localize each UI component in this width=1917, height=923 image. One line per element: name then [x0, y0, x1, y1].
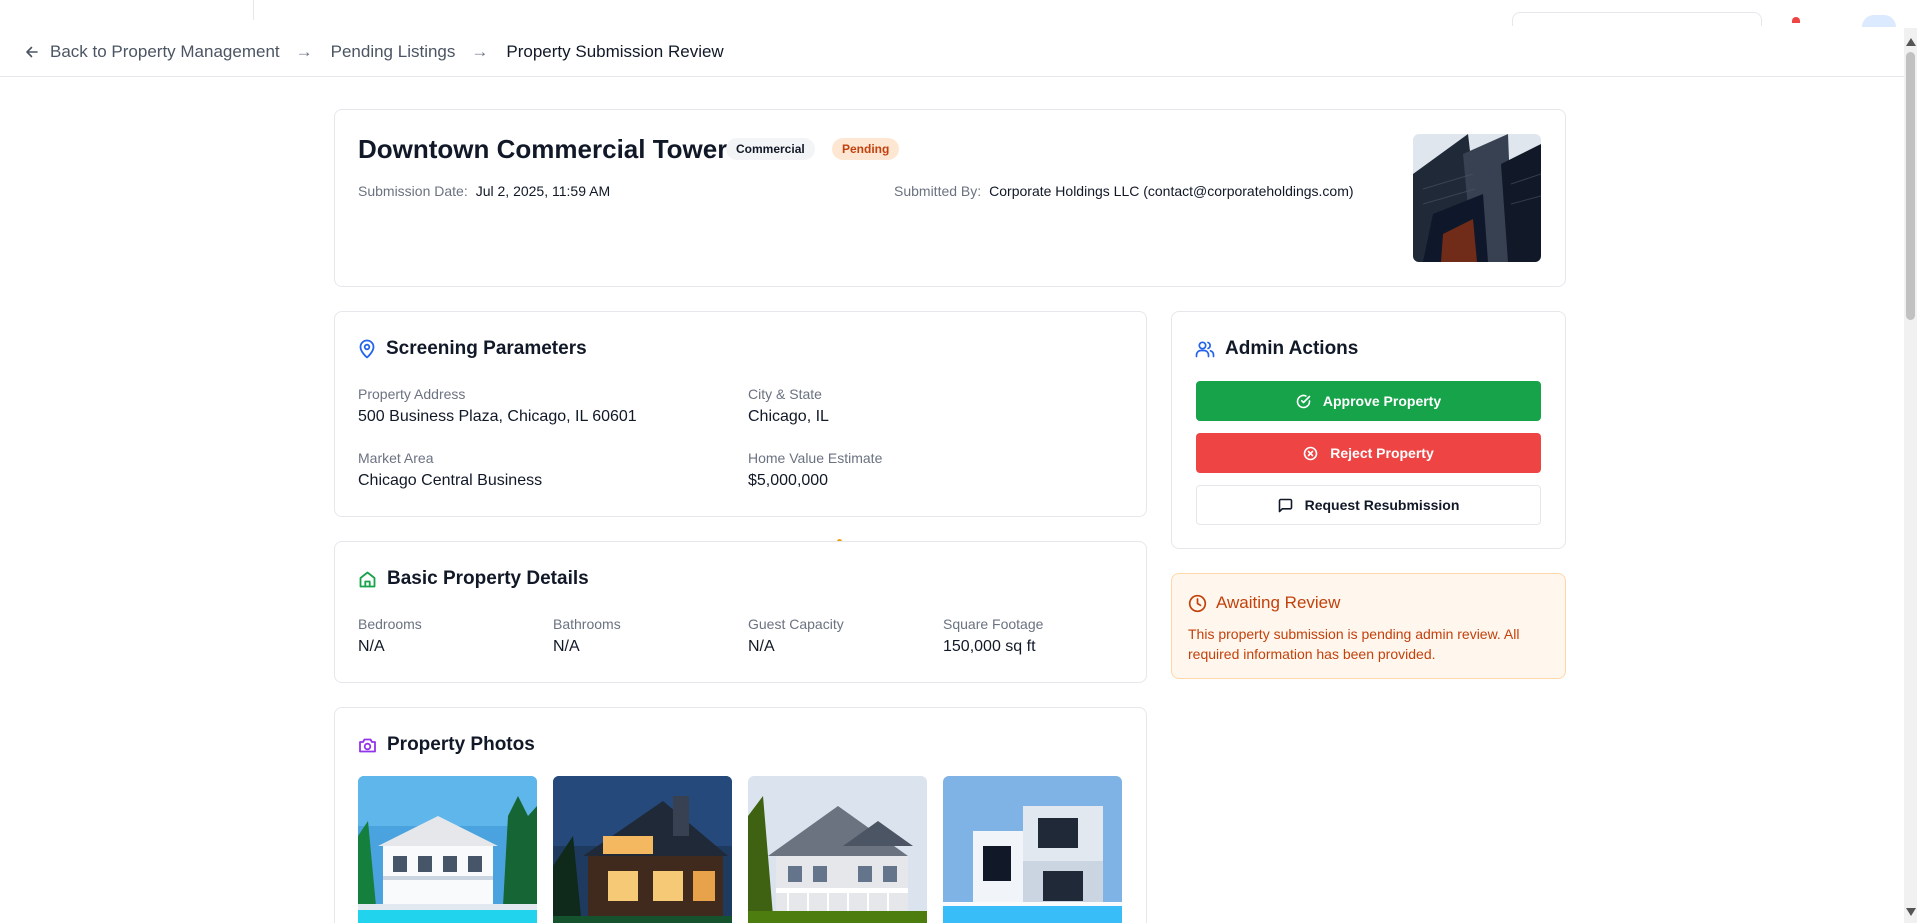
- submitted-by: Submitted By: Corporate Holdings LLC (con…: [894, 183, 1354, 199]
- field-label: Square Footage: [943, 616, 1044, 632]
- arrow-left-icon: [26, 46, 38, 58]
- field-value: 150,000 sq ft: [943, 638, 1036, 655]
- basic-details-title: Basic Property Details: [387, 568, 589, 589]
- field-value: Chicago, IL: [748, 408, 829, 425]
- basic-details-heading: Basic Property Details: [358, 568, 589, 590]
- status-badge: Pending: [832, 138, 900, 160]
- property-photos-card: Property Photos: [334, 707, 1147, 923]
- field-label: Bathrooms: [553, 616, 621, 632]
- field-label: Bedrooms: [358, 616, 422, 632]
- basic-property-details-card: Basic Property Details Bedrooms N/A Bath…: [334, 541, 1147, 683]
- field-label: Property Address: [358, 386, 466, 402]
- property-thumbnail[interactable]: [1413, 134, 1541, 262]
- home-icon: [359, 571, 376, 587]
- request-resubmission-button[interactable]: Request Resubmission: [1196, 485, 1541, 525]
- field-market-area: Market Area Chicago Central Business: [358, 450, 542, 490]
- submission-date-value: Jul 2, 2025, 11:59 AM: [475, 183, 611, 199]
- awaiting-review-description: This property submission is pending admi…: [1188, 626, 1520, 662]
- back-link[interactable]: Back to Property Management: [24, 42, 280, 62]
- screening-parameters-card: Screening Parameters Property Address 50…: [334, 311, 1147, 517]
- users-icon: [1195, 341, 1215, 358]
- top-nav-fragment: [30, 0, 254, 20]
- property-photo[interactable]: [358, 776, 537, 923]
- field-label: Market Area: [358, 450, 434, 466]
- notification-dot: [1792, 17, 1800, 23]
- property-photo[interactable]: [943, 776, 1122, 923]
- scrollbar-thumb[interactable]: [1906, 52, 1915, 320]
- field-bathrooms: Bathrooms N/A: [553, 616, 621, 656]
- screening-parameters-title: Screening Parameters: [386, 338, 587, 359]
- field-label: City & State: [748, 386, 822, 402]
- awaiting-review-panel: Awaiting Review This property submission…: [1171, 573, 1566, 679]
- admin-actions-heading: Admin Actions: [1195, 338, 1358, 360]
- property-title: Downtown Commercial Tower: [358, 134, 728, 164]
- field-guest-capacity: Guest Capacity N/A: [748, 616, 844, 656]
- x-circle-icon: [1303, 446, 1318, 460]
- avatar[interactable]: [1862, 15, 1896, 27]
- field-value: N/A: [358, 638, 385, 655]
- field-value: Chicago Central Business: [358, 472, 543, 489]
- admin-actions-card: Admin Actions Approve Property Reject Pr…: [1171, 311, 1566, 549]
- breadcrumb-pending-listings[interactable]: Pending Listings: [331, 42, 456, 62]
- field-label: Home Value Estimate: [748, 450, 883, 466]
- type-badge: Commercial: [726, 138, 815, 160]
- scroll-down-arrow-icon[interactable]: [1906, 908, 1916, 916]
- awaiting-review-heading: Awaiting Review: [1188, 593, 1340, 613]
- field-home-value-estimate: Home Value Estimate $5,000,000: [748, 450, 882, 490]
- field-value: N/A: [553, 638, 580, 655]
- breadcrumb-separator: →: [295, 42, 313, 61]
- awaiting-review-title: Awaiting Review: [1216, 593, 1341, 612]
- clock-icon: [1188, 594, 1207, 612]
- property-header-card: Downtown Commercial Tower Commercial Pen…: [334, 109, 1566, 287]
- field-value: 500 Business Plaza, Chicago, IL 60601: [358, 408, 637, 425]
- property-photo[interactable]: [748, 776, 927, 923]
- field-value: $5,000,000: [748, 472, 829, 489]
- field-bedrooms: Bedrooms N/A: [358, 616, 422, 656]
- back-link-label[interactable]: Back to Property Management: [50, 42, 280, 62]
- property-photo[interactable]: [553, 776, 732, 923]
- message-square-icon: [1278, 498, 1292, 512]
- admin-actions-title: Admin Actions: [1225, 338, 1359, 359]
- top-search-fragment[interactable]: [1512, 12, 1762, 26]
- submitted-by-value: Corporate Holdings LLC (contact@corporat…: [989, 183, 1354, 199]
- check-circle-icon: [1296, 394, 1311, 408]
- property-photos-heading: Property Photos: [358, 734, 535, 756]
- field-label: Guest Capacity: [748, 616, 844, 632]
- map-pin-icon: [359, 339, 375, 359]
- breadcrumb-separator: →: [471, 42, 489, 61]
- approve-property-label[interactable]: Approve Property: [1323, 393, 1441, 409]
- submission-date-label: Submission Date:: [358, 183, 468, 199]
- reject-property-button[interactable]: Reject Property: [1196, 433, 1541, 473]
- request-resubmission-label[interactable]: Request Resubmission: [1305, 497, 1460, 513]
- camera-icon: [359, 738, 376, 752]
- photo-strip: [358, 776, 1122, 923]
- field-square-footage: Square Footage 150,000 sq ft: [943, 616, 1043, 656]
- field-property-address: Property Address 500 Business Plaza, Chi…: [358, 386, 637, 426]
- field-city-state: City & State Chicago, IL: [748, 386, 829, 426]
- submission-date: Submission Date: Jul 2, 2025, 11:59 AM: [358, 183, 610, 199]
- field-value: N/A: [748, 638, 775, 655]
- scroll-up-arrow-icon[interactable]: [1906, 38, 1916, 46]
- screening-parameters-heading: Screening Parameters: [358, 338, 587, 360]
- reject-property-label[interactable]: Reject Property: [1330, 445, 1433, 461]
- breadcrumb: Back to Property Management → Pending Li…: [0, 28, 1904, 77]
- approve-property-button[interactable]: Approve Property: [1196, 381, 1541, 421]
- breadcrumb-current: Property Submission Review: [506, 42, 724, 61]
- property-photos-title: Property Photos: [387, 734, 535, 755]
- submitted-by-label: Submitted By:: [894, 183, 982, 199]
